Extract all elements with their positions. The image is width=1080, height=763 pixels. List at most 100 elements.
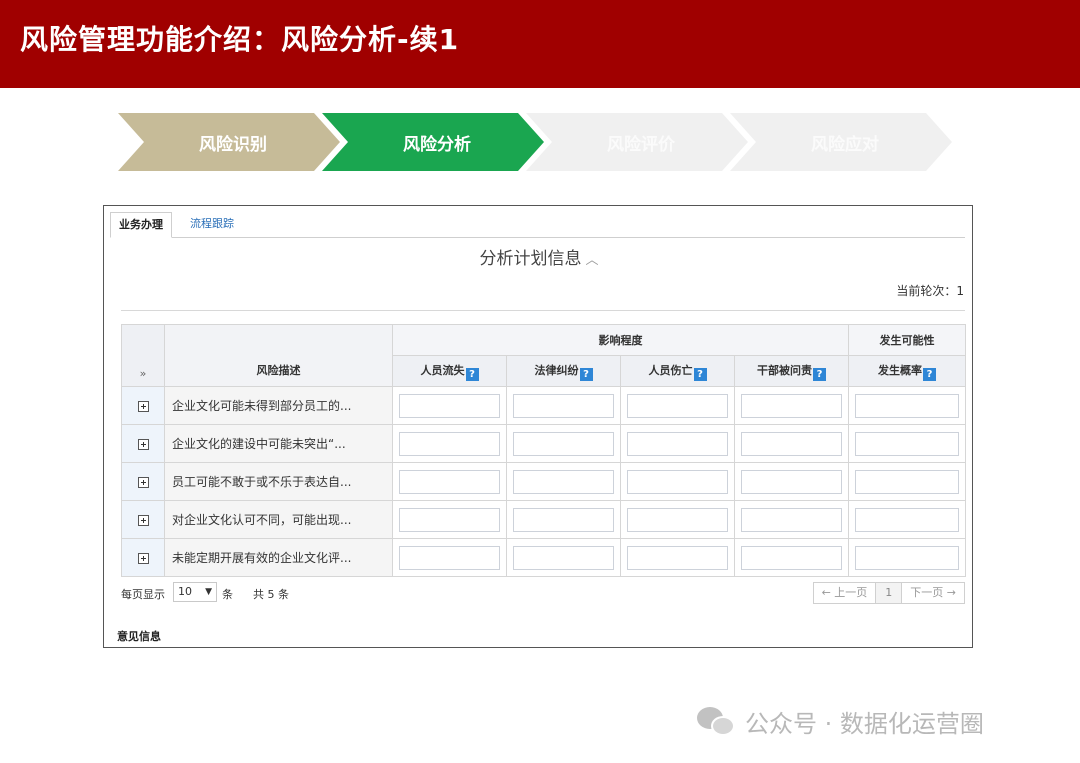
table-cell (506, 424, 621, 463)
table-cell (392, 538, 507, 577)
column-label: 干部被问责 (757, 363, 812, 377)
column-header-risk-description: 风险描述 (164, 324, 393, 387)
table-cell (620, 424, 735, 463)
staff-loss-input[interactable] (399, 545, 500, 570)
risk-description: 企业文化的建设中可能未突出“... (164, 424, 393, 463)
probability-input[interactable] (855, 469, 959, 494)
column-header-legal-dispute: 法律纠纷? (506, 355, 621, 387)
table-cell (506, 386, 621, 425)
per-page-label: 每页显示 (121, 588, 165, 601)
table-cell (734, 386, 849, 425)
staff-loss-input[interactable] (399, 431, 500, 456)
cadre-accountability-input[interactable] (741, 545, 842, 570)
legal-dispute-input[interactable] (513, 545, 614, 570)
help-icon[interactable]: ? (813, 367, 826, 381)
expand-all-toggle[interactable]: » (121, 324, 165, 387)
risk-description: 对企业文化认可不同，可能出现... (164, 500, 393, 539)
casualties-input[interactable] (627, 393, 728, 418)
section-header[interactable]: 分析计划信息 ︿ (104, 244, 972, 269)
casualties-input[interactable] (627, 507, 728, 532)
probability-input[interactable] (855, 431, 959, 456)
table-cell (620, 386, 735, 425)
risk-description: 未能定期开展有效的企业文化评... (164, 538, 393, 577)
help-icon[interactable]: ? (465, 367, 479, 381)
casualties-input[interactable] (627, 469, 728, 494)
column-label: 发生概率 (878, 363, 922, 377)
expand-cell (121, 538, 165, 577)
title-banner: 风险管理功能介绍：风险分析-续1 (0, 0, 1080, 88)
probability-input[interactable] (855, 545, 959, 570)
chevron-up-icon[interactable]: ︿ (585, 253, 598, 268)
expand-cell (121, 462, 165, 501)
table-cell (848, 500, 966, 539)
table-row: 企业文化可能未得到部分员工的... (121, 386, 966, 425)
page-size-unit: 条 (222, 588, 233, 601)
table-cell (848, 424, 966, 463)
column-label: 人员伤亡 (648, 363, 693, 377)
table-cell (734, 462, 849, 501)
next-page-button[interactable]: 下一页 → (902, 583, 964, 603)
column-header-probability: 发生概率? (848, 355, 966, 387)
column-header-staff-loss: 人员流失? (392, 355, 507, 387)
probability-input[interactable] (855, 507, 959, 532)
help-icon[interactable]: ? (579, 367, 593, 381)
table-cell (734, 500, 849, 539)
risk-description: 员工可能不敢于或不乐于表达自... (164, 462, 393, 501)
staff-loss-input[interactable] (399, 393, 500, 418)
tab-business[interactable]: 业务办理 (110, 212, 172, 238)
current-page-button[interactable]: 1 (876, 583, 903, 603)
table-cell (620, 538, 735, 577)
expand-icon[interactable] (137, 514, 149, 526)
casualties-input[interactable] (627, 545, 728, 570)
cadre-accountability-input[interactable] (741, 393, 842, 418)
footer-watermark: 公众号 · 数据化运营圈 (697, 703, 984, 739)
expand-icon[interactable] (137, 400, 149, 412)
expand-icon[interactable] (137, 438, 149, 450)
table-cell (392, 500, 507, 539)
casualties-input[interactable] (627, 431, 728, 456)
table-cell (620, 462, 735, 501)
current-round: 当前轮次：1 (896, 284, 964, 298)
legal-dispute-input[interactable] (513, 469, 614, 494)
table-row: 未能定期开展有效的企业文化评... (121, 538, 966, 577)
step-risk-response[interactable]: 风险应对 (730, 113, 952, 171)
table-cell (848, 462, 966, 501)
step-label: 风险识别 (199, 134, 267, 155)
legal-dispute-input[interactable] (513, 393, 614, 418)
page-size-value: 10 (178, 585, 192, 598)
table-cell (506, 500, 621, 539)
table-cell (392, 462, 507, 501)
process-steps: 风险识别 风险分析 风险评价 风险应对 (118, 113, 958, 171)
staff-loss-input[interactable] (399, 507, 500, 532)
footer-text: 公众号 · 数据化运营圈 (745, 709, 984, 738)
expand-icon[interactable] (137, 552, 149, 564)
section-title: 分析计划信息 (479, 249, 582, 269)
group-header-likelihood: 发生可能性 (848, 324, 966, 356)
risk-description: 企业文化可能未得到部分员工的... (164, 386, 393, 425)
divider (121, 310, 965, 311)
expand-icon[interactable] (137, 476, 149, 488)
legal-dispute-input[interactable] (513, 507, 614, 532)
step-label: 风险评价 (607, 134, 675, 155)
wechat-icon (697, 705, 737, 737)
cadre-accountability-input[interactable] (741, 507, 842, 532)
page-size-select[interactable]: 10 ▼ (173, 582, 217, 602)
step-label: 风险应对 (811, 134, 879, 155)
expand-cell (121, 424, 165, 463)
step-risk-identification[interactable]: 风险识别 (118, 113, 340, 171)
tab-process-tracking[interactable]: 流程跟踪 (182, 212, 242, 238)
cadre-accountability-input[interactable] (741, 469, 842, 494)
column-label: 人员流失 (420, 363, 465, 377)
table-cell (506, 538, 621, 577)
step-risk-evaluation[interactable]: 风险评价 (526, 113, 748, 171)
prev-page-button[interactable]: ← 上一页 (813, 583, 877, 603)
probability-input[interactable] (855, 393, 959, 418)
help-icon[interactable]: ? (923, 367, 936, 381)
table-row: 企业文化的建设中可能未突出“... (121, 424, 966, 463)
step-risk-analysis[interactable]: 风险分析 (322, 113, 544, 171)
cadre-accountability-input[interactable] (741, 431, 842, 456)
dropdown-arrow-icon: ▼ (205, 587, 212, 597)
legal-dispute-input[interactable] (513, 431, 614, 456)
help-icon[interactable]: ? (693, 367, 707, 381)
staff-loss-input[interactable] (399, 469, 500, 494)
